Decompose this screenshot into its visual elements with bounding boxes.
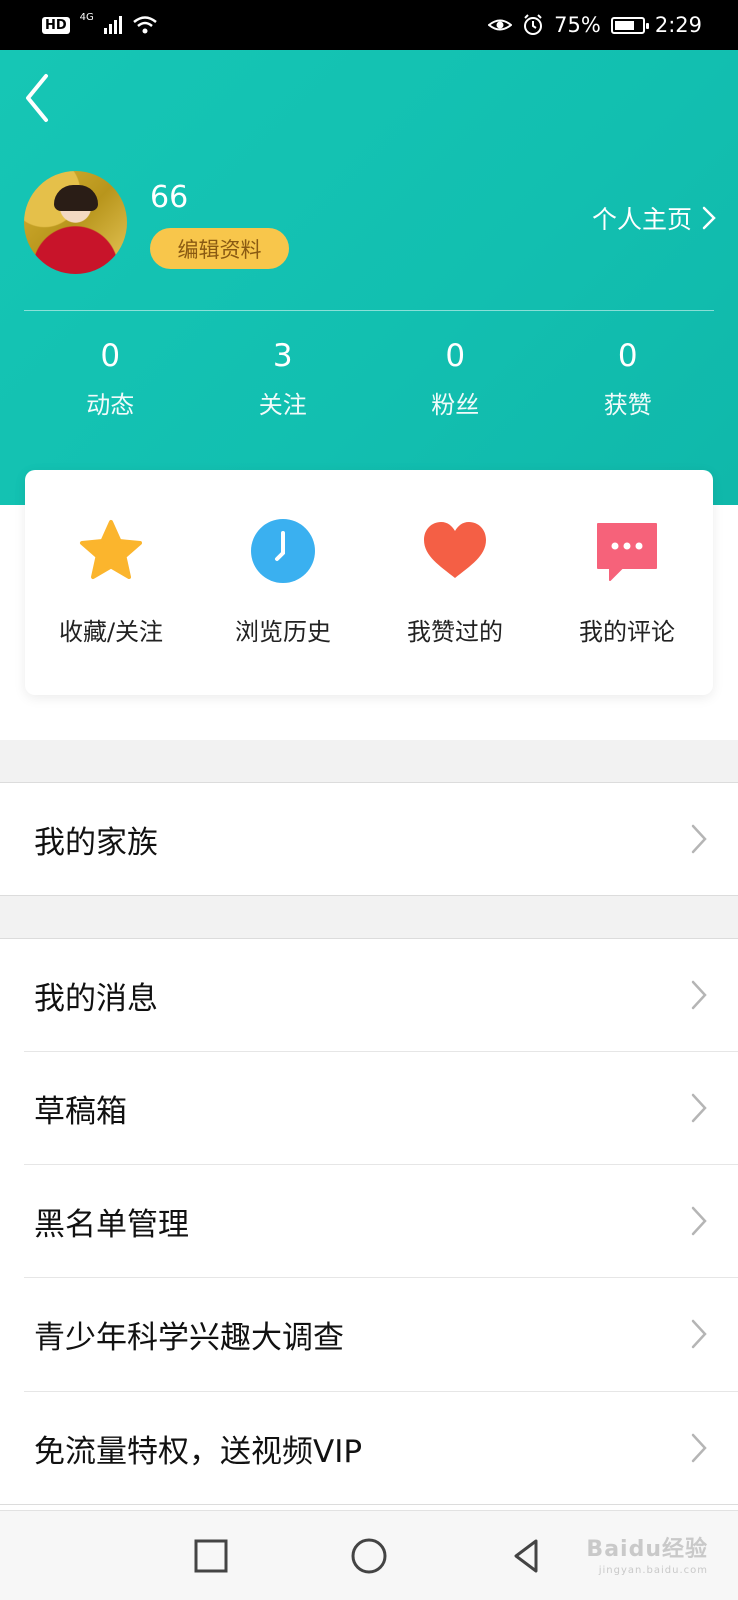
menu-item-free-data-vip[interactable]: 免流量特权，送视频VIP bbox=[0, 1392, 738, 1504]
back-icon[interactable] bbox=[18, 70, 58, 126]
chevron-right-icon bbox=[691, 1093, 707, 1123]
stat-label: 粉丝 bbox=[431, 391, 480, 419]
watermark-text: Baidu经验 bbox=[586, 1537, 708, 1562]
system-nav-bar: Baidu经验 jingyan.baidu.com bbox=[0, 1510, 738, 1600]
chevron-right-icon bbox=[691, 1433, 707, 1463]
separator bbox=[0, 1504, 738, 1505]
quick-history[interactable]: 浏览历史 bbox=[197, 516, 369, 695]
profile-screen: HD 4G 75% 2:29 66 编辑资料 个人主页 0 动态 3 关注 0 … bbox=[0, 0, 738, 1600]
clock-time: 2:29 bbox=[654, 13, 702, 37]
menu-item-blacklist[interactable]: 黑名单管理 bbox=[0, 1165, 738, 1277]
menu-item-survey[interactable]: 青少年科学兴趣大调查 bbox=[0, 1278, 738, 1390]
status-right: 75% 2:29 bbox=[488, 13, 702, 37]
stat-value: 0 bbox=[445, 338, 466, 374]
status-left: HD 4G bbox=[42, 11, 158, 35]
stat-label: 动态 bbox=[86, 391, 135, 419]
avatar[interactable] bbox=[24, 171, 127, 274]
menu-item-family[interactable]: 我的家族 bbox=[0, 783, 738, 895]
wifi-icon bbox=[133, 16, 157, 34]
comment-icon bbox=[592, 516, 662, 586]
eye-comfort-icon bbox=[488, 19, 513, 31]
stat-posts[interactable]: 0 动态 bbox=[24, 335, 197, 420]
menu-item-label: 免流量特权，送视频VIP bbox=[34, 1433, 363, 1470]
menu-item-messages[interactable]: 我的消息 bbox=[0, 939, 738, 1051]
recent-apps-icon[interactable] bbox=[188, 1533, 234, 1579]
chevron-right-icon bbox=[702, 206, 716, 230]
battery-icon bbox=[610, 16, 649, 34]
clock-icon bbox=[248, 516, 318, 586]
menu-item-label: 青少年科学兴趣大调查 bbox=[34, 1319, 344, 1356]
personal-homepage-label: 个人主页 bbox=[591, 205, 692, 234]
stat-likes[interactable]: 0 获赞 bbox=[542, 335, 715, 420]
star-icon bbox=[76, 516, 146, 586]
stat-value: 0 bbox=[100, 338, 121, 374]
stat-label: 关注 bbox=[258, 391, 307, 419]
stat-label: 获赞 bbox=[603, 391, 652, 419]
signal-icon bbox=[103, 16, 122, 34]
chevron-right-icon bbox=[691, 1206, 707, 1236]
watermark: Baidu经验 jingyan.baidu.com bbox=[586, 1531, 708, 1576]
quick-label: 浏览历史 bbox=[235, 618, 331, 646]
section-gap bbox=[0, 896, 738, 938]
stat-following[interactable]: 3 关注 bbox=[197, 335, 370, 420]
network-type: 4G bbox=[79, 11, 94, 23]
stat-fans[interactable]: 0 粉丝 bbox=[369, 335, 542, 420]
status-bar: HD 4G 75% 2:29 bbox=[0, 0, 738, 50]
menu-item-label: 黑名单管理 bbox=[34, 1206, 189, 1243]
section-gap bbox=[0, 740, 738, 782]
header-divider bbox=[24, 310, 714, 311]
quick-label: 我的评论 bbox=[579, 618, 675, 646]
home-icon[interactable] bbox=[346, 1533, 392, 1579]
profile-header: 66 编辑资料 个人主页 0 动态 3 关注 0 粉丝 0 获赞 bbox=[0, 50, 738, 505]
menu-item-label: 草稿箱 bbox=[34, 1093, 127, 1130]
menu-item-drafts[interactable]: 草稿箱 bbox=[0, 1052, 738, 1164]
battery-percent: 75% bbox=[554, 13, 601, 37]
chevron-right-icon bbox=[691, 824, 707, 854]
chevron-right-icon bbox=[691, 1319, 707, 1349]
watermark-sub: jingyan.baidu.com bbox=[598, 1565, 708, 1576]
username: 66 bbox=[150, 180, 189, 215]
menu-item-label: 我的消息 bbox=[34, 980, 158, 1017]
stat-value: 3 bbox=[272, 338, 293, 374]
hd-badge: HD bbox=[42, 16, 70, 34]
quick-actions-card: 收藏/关注 浏览历史 我赞过的 我的评论 bbox=[25, 470, 713, 695]
quick-label: 我赞过的 bbox=[407, 618, 503, 646]
quick-liked[interactable]: 我赞过的 bbox=[369, 516, 541, 695]
personal-homepage-link[interactable]: 个人主页 bbox=[592, 200, 716, 236]
menu-item-label: 我的家族 bbox=[34, 824, 158, 861]
stats-row: 0 动态 3 关注 0 粉丝 0 获赞 bbox=[24, 335, 714, 420]
alarm-icon bbox=[524, 14, 543, 35]
edit-profile-button[interactable]: 编辑资料 bbox=[150, 228, 289, 269]
chevron-right-icon bbox=[691, 980, 707, 1010]
quick-comments[interactable]: 我的评论 bbox=[541, 516, 713, 695]
stat-value: 0 bbox=[617, 338, 638, 374]
quick-favorites[interactable]: 收藏/关注 bbox=[25, 516, 197, 695]
quick-label: 收藏/关注 bbox=[58, 618, 164, 646]
heart-icon bbox=[420, 516, 490, 586]
back-nav-icon[interactable] bbox=[504, 1533, 550, 1579]
